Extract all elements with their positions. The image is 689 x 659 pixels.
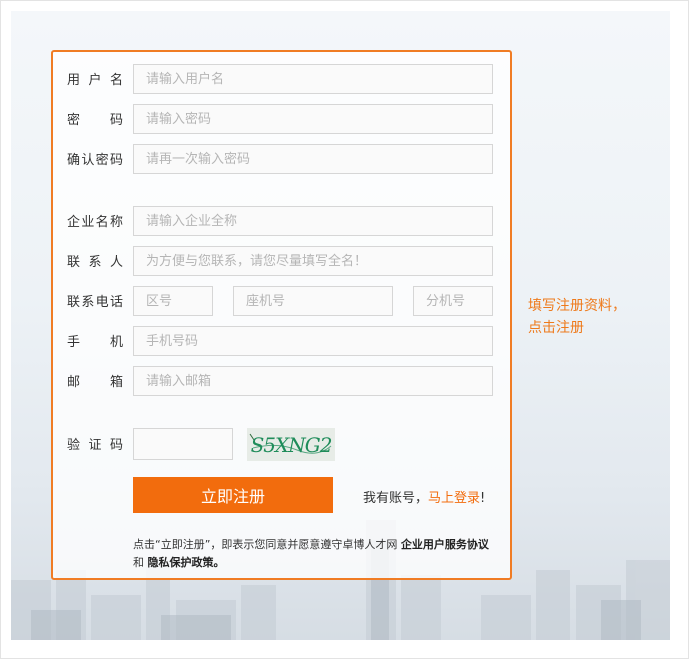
captcha-label: 验证码 [67, 438, 123, 453]
login-now-link[interactable]: 马上登录 [428, 491, 480, 506]
confirm-password-input[interactable] [133, 144, 493, 174]
password-input[interactable] [133, 104, 493, 134]
phone-label: 联系电话 [67, 295, 123, 310]
captcha-input[interactable] [133, 428, 233, 460]
captcha-image[interactable]: S5XNG2 [247, 428, 335, 461]
agreement-and: 和 [133, 556, 148, 569]
side-hint: 填写注册资料， 点击注册 [528, 295, 626, 339]
contact-person-label: 联系人 [67, 255, 123, 270]
email-label: 邮箱 [67, 375, 123, 390]
extension-input[interactable] [413, 286, 493, 316]
username-input[interactable] [133, 64, 493, 94]
company-name-input[interactable] [133, 206, 493, 236]
mobile-input[interactable] [133, 326, 493, 356]
captcha-text: S5XNG2 [251, 433, 332, 457]
password-label: 密码 [67, 113, 123, 128]
email-input[interactable] [133, 366, 493, 396]
side-hint-line1: 填写注册资料， [528, 298, 626, 314]
side-hint-line2: 点击注册 [528, 320, 584, 336]
login-prompt: 我有账号，马上登录! [363, 487, 485, 506]
agreement-prefix: 点击“立即注册”，即表示您同意并愿意遵守卓博人才网 [133, 538, 401, 551]
login-prefix-text: 我有账号， [363, 491, 429, 506]
privacy-policy-link[interactable]: 隐私保护政策。 [148, 556, 225, 569]
register-now-button[interactable]: 立即注册 [133, 477, 333, 513]
landline-input[interactable] [233, 286, 393, 316]
agreement-text: 点击“立即注册”，即表示您同意并愿意遵守卓博人才网 企业用户服务协议 和 隐私保… [133, 536, 493, 572]
mobile-label: 手机 [67, 335, 123, 350]
company-name-label: 企业名称 [67, 215, 123, 230]
confirm-password-label: 确认密码 [67, 153, 123, 168]
service-agreement-link[interactable]: 企业用户服务协议 [401, 538, 489, 551]
username-label: 用户名 [67, 73, 123, 88]
contact-person-input[interactable] [133, 246, 493, 276]
login-suffix-text: ! [480, 491, 486, 506]
area-code-input[interactable] [133, 286, 213, 316]
